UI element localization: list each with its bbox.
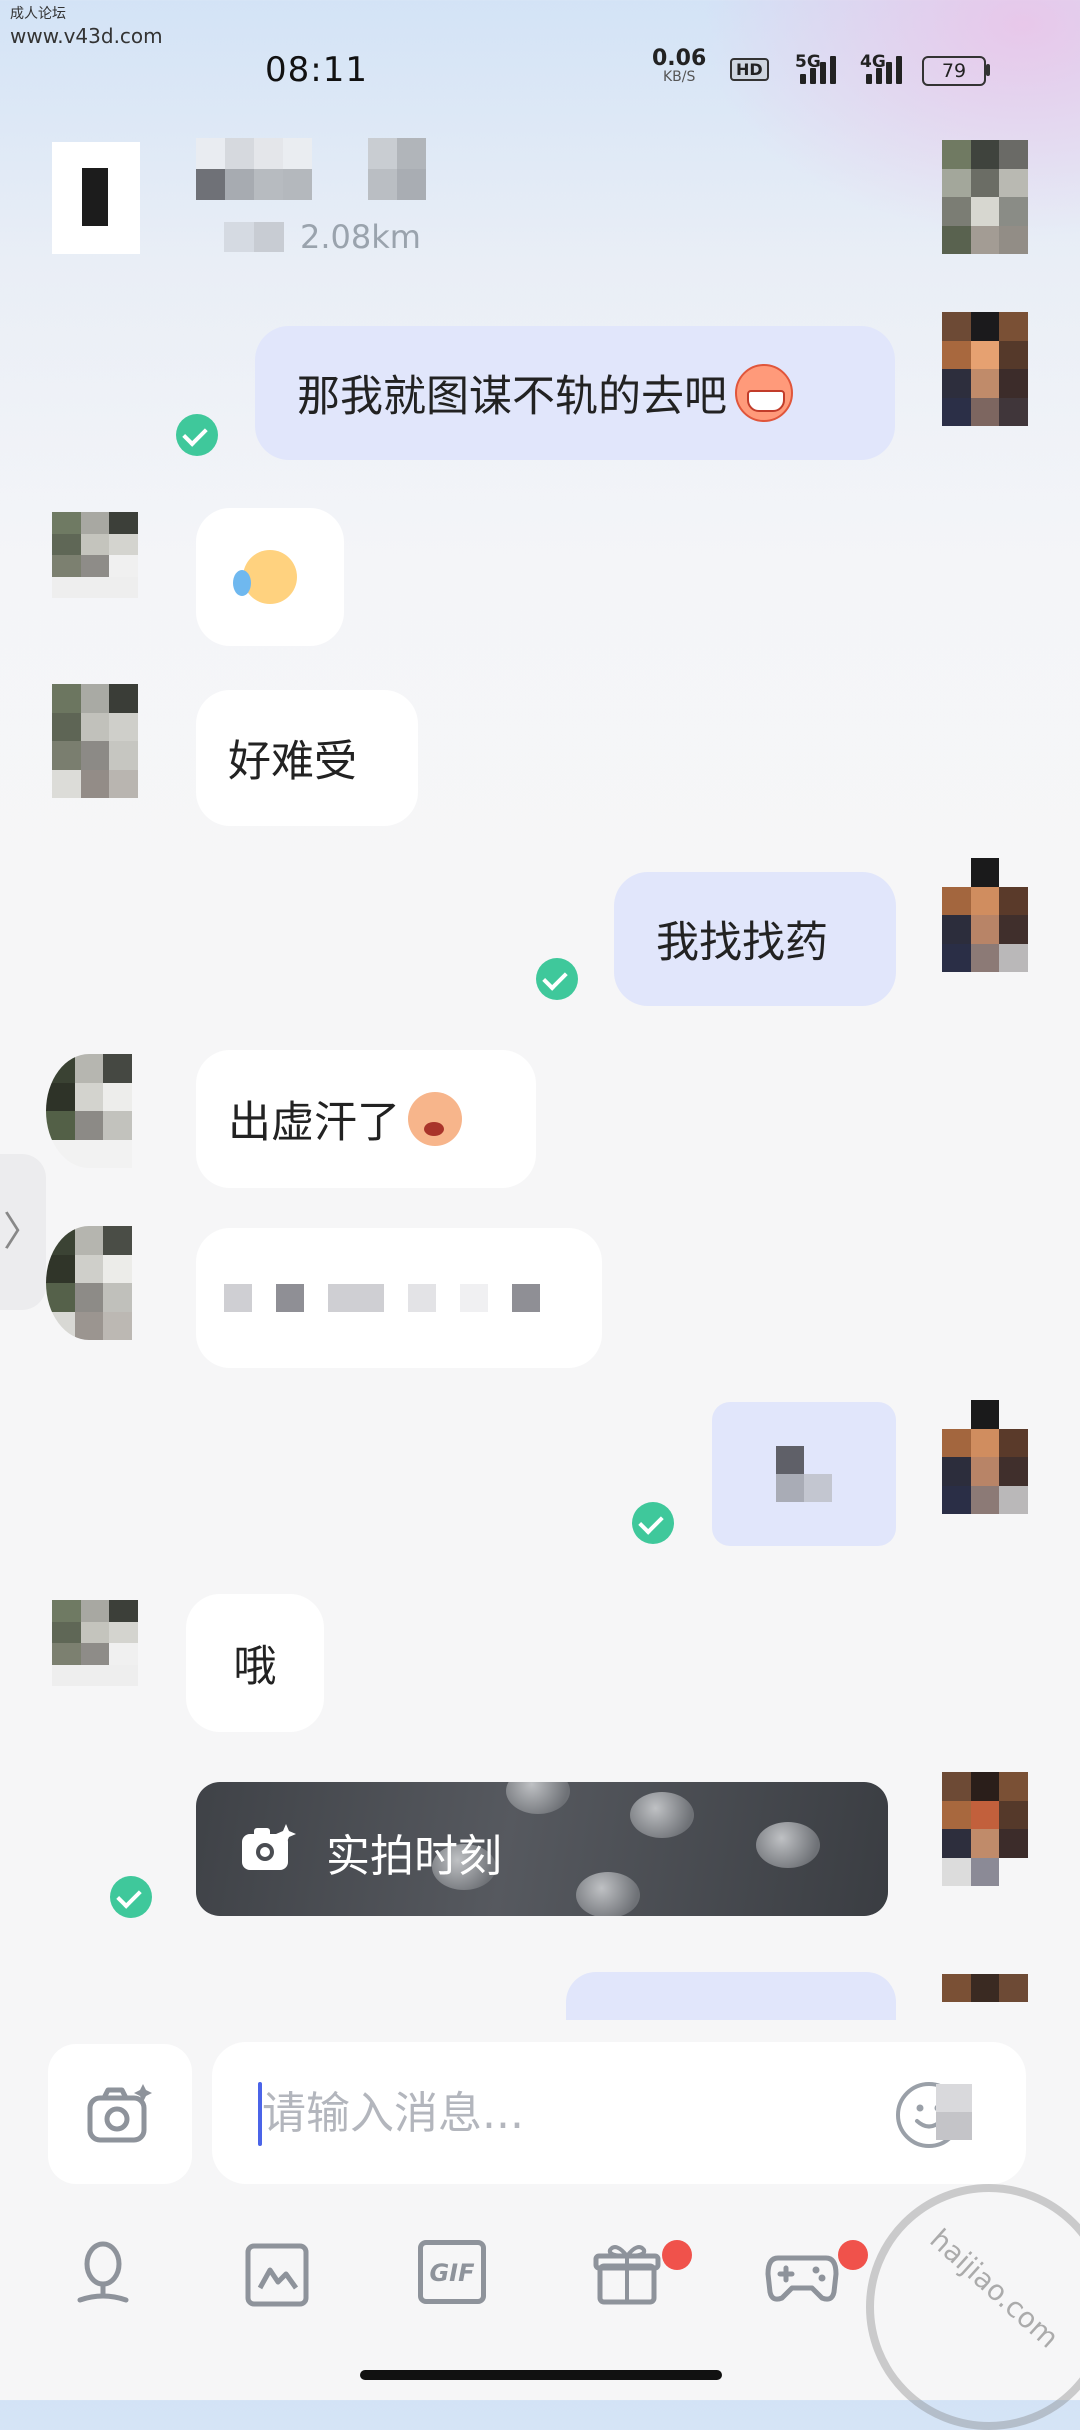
photo-texture xyxy=(756,1822,820,1868)
message-bubble-outgoing[interactable]: 那我就图谋不轨的去吧 xyxy=(255,326,895,460)
photo-texture xyxy=(576,1872,640,1916)
message-bubble-incoming[interactable]: 哦 xyxy=(186,1594,324,1732)
censored-block xyxy=(776,1446,832,1502)
censored-block xyxy=(224,1284,252,1312)
my-avatar[interactable] xyxy=(942,1400,1028,1514)
message-bubble-outgoing[interactable]: 我找找药 xyxy=(614,872,896,1006)
my-avatar-partial[interactable] xyxy=(942,1974,1028,2002)
image-icon[interactable] xyxy=(242,2240,312,2310)
signal-4g-icon xyxy=(866,54,910,84)
hd-badge: HD xyxy=(730,58,769,81)
game-controller-icon[interactable] xyxy=(764,2240,840,2310)
message-text: 那我就图谋不轨的去吧 xyxy=(297,372,727,422)
battery-level: 79 xyxy=(941,60,967,82)
read-check-icon xyxy=(110,1876,152,1918)
moment-card[interactable]: 实拍时刻 xyxy=(196,1782,888,1916)
my-avatar[interactable] xyxy=(942,1772,1028,1886)
my-avatar[interactable] xyxy=(942,858,1028,972)
censored-block xyxy=(276,1284,304,1312)
camera-icon xyxy=(87,2084,152,2143)
net-speed-value: 0.06 xyxy=(652,46,707,71)
side-expand-tab[interactable]: 〉 xyxy=(0,1154,46,1310)
gift-notification-badge xyxy=(662,2240,692,2270)
censored-block xyxy=(512,1284,540,1312)
microphone-icon[interactable] xyxy=(68,2240,138,2310)
watermark-stamp-text: haijiao.com xyxy=(923,2222,1066,2355)
contact-distance: 2.08km xyxy=(300,218,421,256)
photo-texture xyxy=(630,1792,694,1838)
back-button[interactable] xyxy=(52,142,140,254)
message-bubble-outgoing-censored[interactable] xyxy=(712,1402,896,1546)
censored-block xyxy=(408,1284,436,1312)
location-censored xyxy=(224,222,284,252)
gift-icon[interactable] xyxy=(592,2240,662,2310)
message-bubble-incoming-censored[interactable] xyxy=(196,1228,602,1368)
censored-block xyxy=(460,1284,488,1312)
gif-icon[interactable]: GIF xyxy=(418,2240,486,2304)
back-icon xyxy=(82,168,108,226)
emoji-button-censored xyxy=(936,2084,972,2140)
message-text: 我找找药 xyxy=(656,918,828,968)
watermark-line1: 成人论坛 xyxy=(10,6,66,22)
camera-button[interactable] xyxy=(48,2044,192,2184)
contact-profile-avatar[interactable] xyxy=(942,140,1028,254)
censored-block xyxy=(328,1284,384,1312)
flushed-face-emoji xyxy=(408,1092,462,1146)
camera-sparkle-icon xyxy=(242,1824,296,1870)
contact-avatar[interactable] xyxy=(52,512,138,598)
contact-avatar[interactable] xyxy=(52,1600,138,1686)
net-speed: 0.06 KB/S xyxy=(652,46,707,85)
signal-5g-icon xyxy=(800,54,844,84)
status-bar: 08:11 0.06 KB/S HD 5G 4G 79 xyxy=(0,38,1080,104)
battery-tip xyxy=(986,64,990,76)
battery-icon: 79 xyxy=(922,56,986,86)
read-check-icon xyxy=(632,1502,674,1544)
message-bubble-incoming[interactable]: 出虚汗了 xyxy=(196,1050,536,1188)
photo-texture xyxy=(506,1782,570,1814)
message-text: 好难受 xyxy=(228,737,357,787)
my-avatar[interactable] xyxy=(942,312,1028,426)
status-time: 08:11 xyxy=(265,50,368,90)
contact-tag-censored xyxy=(368,138,426,200)
net-speed-unit: KB/S xyxy=(662,69,696,85)
read-check-icon xyxy=(536,958,578,1000)
message-bubble-incoming[interactable]: 好难受 xyxy=(196,690,418,826)
message-input-placeholder: 请输入消息... xyxy=(262,2088,524,2139)
contact-name-censored xyxy=(196,138,312,200)
message-text: 出虚汗了 xyxy=(228,1098,400,1148)
moment-card-label: 实拍时刻 xyxy=(326,1831,502,1882)
message-bubble-incoming[interactable] xyxy=(196,508,344,646)
game-notification-badge xyxy=(838,2240,868,2270)
grinning-pig-emoji xyxy=(735,364,793,422)
contact-avatar[interactable] xyxy=(46,1226,132,1340)
contact-avatar[interactable] xyxy=(46,1054,132,1168)
contact-avatar[interactable] xyxy=(52,684,138,798)
message-text: 哦 xyxy=(233,1642,277,1692)
read-check-icon xyxy=(176,414,218,456)
home-indicator[interactable] xyxy=(360,2370,722,2380)
crying-laughing-emoji xyxy=(233,550,297,604)
